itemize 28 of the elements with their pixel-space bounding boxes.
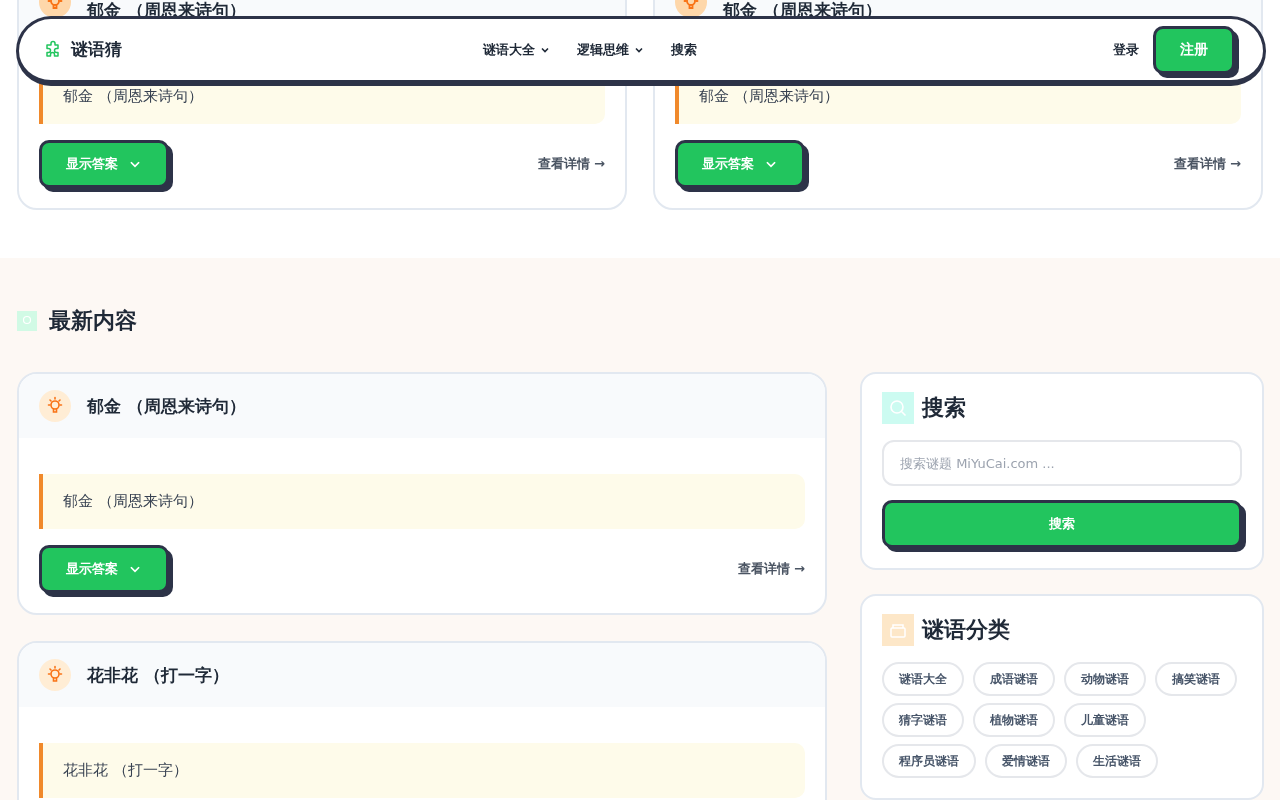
category-tag[interactable]: 爱情谜语 — [985, 744, 1067, 778]
card-title: 搜索 — [922, 394, 966, 422]
riddle-quote: 郁金 （周恩来诗句） — [39, 474, 805, 529]
details-link[interactable]: 查看详情 → — [537, 155, 605, 173]
category-tag[interactable]: 植物谜语 — [973, 703, 1055, 737]
nav-link[interactable]: 搜索 — [671, 40, 697, 59]
details-link[interactable]: 查看详情 → — [1173, 155, 1241, 173]
login-link[interactable]: 登录 — [1113, 40, 1139, 59]
category-tag[interactable]: 动物谜语 — [1064, 662, 1146, 696]
category-tag[interactable]: 成语谜语 — [973, 662, 1055, 696]
site-logo[interactable]: 谜语猜 — [71, 38, 122, 61]
section-title: 最新内容 — [49, 307, 137, 335]
card-title: 谜语分类 — [922, 616, 1010, 644]
riddle-title: 花非花 （打一字） — [87, 663, 229, 687]
search-icon — [882, 392, 914, 424]
category-tag[interactable]: 生活谜语 — [1076, 744, 1158, 778]
riddle-quote: 花非花 （打一字） — [39, 743, 805, 798]
riddle-title: 郁金 （周恩来诗句） — [87, 394, 246, 418]
category-tag[interactable]: 程序员谜语 — [882, 744, 976, 778]
category-tag[interactable]: 谜语大全 — [882, 662, 964, 696]
details-link[interactable]: 查看详情 → — [737, 560, 805, 578]
category-tag[interactable]: 搞笑谜语 — [1155, 662, 1237, 696]
nav-link[interactable]: 谜语大全 — [483, 40, 551, 59]
nav-link[interactable]: 逻辑思维 — [577, 40, 645, 59]
category-tag[interactable]: 儿童谜语 — [1064, 703, 1146, 737]
box-icon — [882, 614, 914, 646]
category-tag[interactable]: 猜字谜语 — [882, 703, 964, 737]
search-field[interactable]: 搜索谜题 MiYuCai.com ... — [882, 440, 1242, 486]
